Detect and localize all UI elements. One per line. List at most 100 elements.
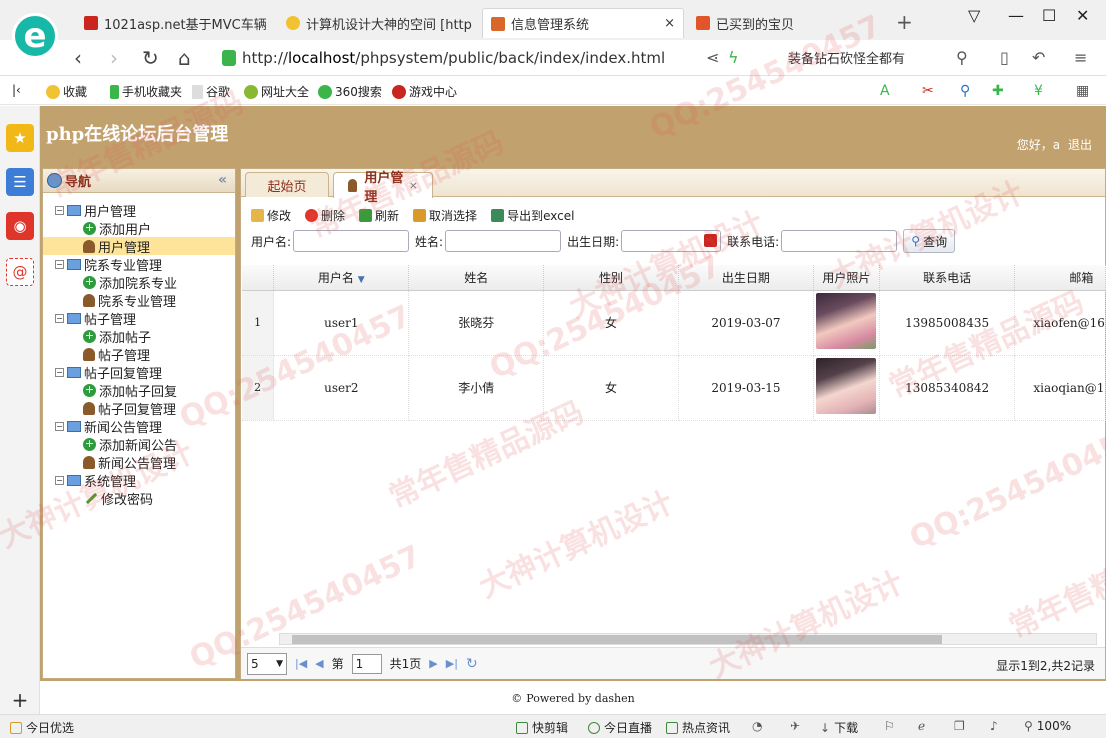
name-input[interactable] — [445, 230, 562, 252]
tab-home[interactable]: 起始页 — [245, 172, 329, 197]
edit-button[interactable]: 修改 — [251, 207, 291, 224]
search-hint[interactable]: 装备钻石砍怪全都有 — [788, 48, 905, 67]
minimize-icon[interactable]: — — [1008, 6, 1024, 25]
home-icon[interactable]: ⌂ — [178, 46, 191, 70]
bookmark-favorites[interactable]: 收藏 — [46, 83, 87, 100]
sidebar-toggle-icon[interactable]: |‹ — [12, 83, 21, 97]
table-row[interactable]: 2 user2 李小倩 女 2019-03-15 13085340842 xia… — [242, 355, 1106, 421]
scrollbar-thumb[interactable] — [292, 635, 942, 644]
close-tab-icon[interactable]: × — [409, 179, 418, 192]
reader-icon[interactable]: ▯ — [1000, 48, 1009, 67]
undo-icon[interactable]: ↶ — [1032, 48, 1045, 67]
status-download[interactable]: ↓ 下载 — [820, 719, 858, 736]
collapse-toggle-icon[interactable]: − — [55, 475, 64, 485]
browser-tab-1[interactable]: 1021asp.net基于MVC车辆 — [76, 8, 276, 38]
nav-item[interactable]: + 添加用户 — [43, 219, 235, 238]
status-editor[interactable]: 快剪辑 — [516, 719, 568, 736]
nav-group[interactable]: − 用户管理 — [43, 201, 235, 220]
coin-icon[interactable]: ¥ — [1034, 83, 1043, 99]
nav-item[interactable]: + 添加新闻公告 — [43, 435, 235, 454]
collapse-toggle-icon[interactable]: − — [55, 367, 64, 377]
status-news[interactable]: 热点资讯 — [666, 719, 730, 736]
tab-user-management[interactable]: 用户管理 × — [333, 171, 433, 205]
bookmark-google[interactable]: 谷歌 — [192, 83, 230, 100]
skin-icon[interactable]: ▽ — [968, 6, 980, 25]
refresh-button[interactable]: 刷新 — [359, 207, 399, 224]
maximize-icon[interactable]: ☐ — [1042, 6, 1056, 25]
collapse-toggle-icon[interactable]: − — [55, 205, 64, 215]
nav-item[interactable]: + 添加帖子 — [43, 327, 235, 346]
close-icon[interactable]: × — [664, 16, 675, 31]
browser-tab-4[interactable]: 已买到的宝贝 — [688, 8, 888, 38]
horizontal-scrollbar[interactable] — [279, 633, 1097, 645]
forward-icon[interactable]: › — [110, 46, 118, 70]
bookmark-mobile[interactable]: 手机收藏夹 — [110, 83, 182, 100]
next-page-icon[interactable]: ▶ — [429, 657, 437, 670]
unselect-button[interactable]: 取消选择 — [413, 207, 477, 224]
calendar-icon[interactable] — [704, 234, 718, 247]
delete-button[interactable]: 删除 — [305, 207, 345, 224]
close-window-icon[interactable]: ✕ — [1076, 6, 1089, 25]
nav-group[interactable]: − 帖子管理 — [43, 309, 235, 328]
page-input[interactable]: 1 — [351, 653, 382, 674]
query-button[interactable]: ⚲ 查询 — [903, 229, 956, 253]
nav-item[interactable]: 修改密码 — [43, 489, 235, 508]
nav-item[interactable]: 帖子管理 — [43, 345, 235, 364]
column-header-name[interactable]: 姓名 — [408, 265, 545, 291]
column-header-username[interactable]: 用户名 ▼ — [273, 265, 410, 291]
status-zoom[interactable]: ⚲ 100% — [1024, 719, 1071, 733]
speed-icon[interactable]: ◔ — [752, 719, 762, 733]
add-sidebar-icon[interactable]: + — [6, 686, 34, 714]
nav-item[interactable]: 新闻公告管理 — [43, 453, 235, 472]
column-header-birth[interactable]: 出生日期 — [678, 265, 814, 291]
nav-group[interactable]: − 帖子回复管理 — [43, 363, 235, 382]
column-header-phone[interactable]: 联系电话 — [879, 265, 1016, 291]
bookmark-360search[interactable]: 360搜索 — [318, 83, 382, 100]
mail-icon[interactable]: @ — [6, 258, 34, 286]
username-input[interactable] — [293, 230, 410, 252]
last-page-icon[interactable]: ▶| — [446, 657, 458, 670]
phone-input[interactable] — [781, 230, 898, 252]
status-deals[interactable]: 今日优选 — [10, 719, 74, 736]
column-header-email[interactable]: 邮箱 — [1014, 265, 1106, 291]
sound-icon[interactable]: ♪ — [990, 719, 998, 733]
page-size-select[interactable]: 5 ▼ — [247, 652, 287, 675]
nav-item[interactable]: 帖子回复管理 — [43, 399, 235, 418]
nav-item[interactable]: 用户管理 — [43, 237, 235, 256]
prev-page-icon[interactable]: ◀ — [315, 657, 323, 670]
window-icon[interactable]: ❐ — [954, 719, 965, 733]
bolt-icon[interactable]: ϟ — [728, 48, 739, 67]
bookmark-portal[interactable]: 网址大全 — [244, 83, 309, 100]
favorites-icon[interactable]: ★ — [6, 124, 34, 152]
apps-icon[interactable]: ▦ — [1076, 83, 1089, 99]
nav-item[interactable]: 院系专业管理 — [43, 291, 235, 310]
weibo-icon[interactable]: ◉ — [6, 212, 34, 240]
browser-logo-icon[interactable]: e — [12, 13, 58, 59]
collapse-toggle-icon[interactable]: − — [55, 421, 64, 431]
collapse-toggle-icon[interactable]: − — [55, 259, 64, 269]
browser-tab-3[interactable]: 信息管理系统 × — [482, 8, 684, 38]
translate-icon[interactable]: A — [880, 83, 890, 99]
pin-icon[interactable]: ✈ — [790, 719, 800, 733]
gamepad-icon[interactable]: ✚ — [992, 83, 1004, 99]
column-header-gender[interactable]: 性别 — [543, 265, 679, 291]
ie-icon[interactable]: ℯ — [918, 719, 925, 733]
browser-tab-2[interactable]: 计算机设计大神的空间 [http — [278, 8, 478, 38]
status-live[interactable]: 今日直播 — [588, 719, 652, 736]
back-icon[interactable]: ‹ — [74, 46, 82, 70]
magnifier-icon[interactable]: ⚲ — [960, 83, 970, 99]
export-excel-button[interactable]: 导出到excel — [491, 207, 574, 224]
birth-date-picker[interactable] — [621, 230, 722, 252]
nav-item[interactable]: + 添加院系专业 — [43, 273, 235, 292]
refresh-page-icon[interactable]: ↻ — [466, 656, 478, 672]
collapse-icon[interactable]: « — [218, 172, 227, 188]
new-tab-icon[interactable]: + — [896, 10, 913, 34]
logout-link[interactable]: 退出 — [1068, 138, 1092, 152]
url-field[interactable]: http://localhost/phpsystem/public/back/i… — [222, 45, 762, 71]
bookmark-games[interactable]: 游戏中心 — [392, 83, 457, 100]
nav-group[interactable]: − 新闻公告管理 — [43, 417, 235, 436]
list-icon[interactable]: ☰ — [6, 168, 34, 196]
table-row[interactable]: 1 user1 张晓芬 女 2019-03-07 13985008435 xia… — [242, 290, 1106, 356]
scissors-icon[interactable]: ✂ — [922, 83, 934, 99]
menu-icon[interactable]: ≡ — [1074, 48, 1087, 67]
